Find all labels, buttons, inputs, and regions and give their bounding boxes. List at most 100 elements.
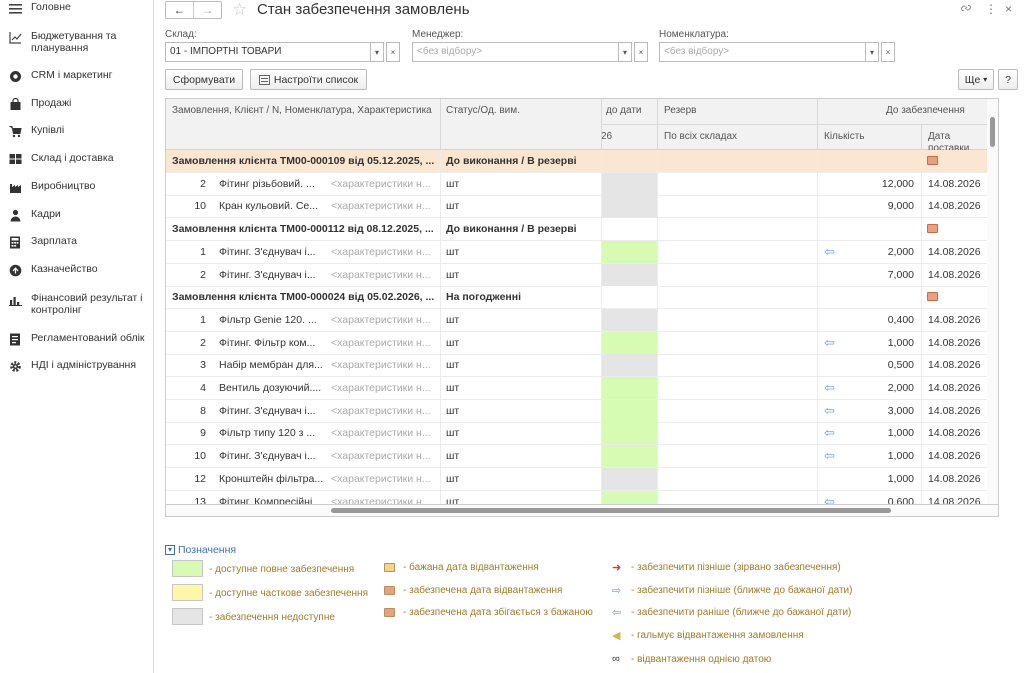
order-item-row[interactable]: 2 Фітинг. З'єднувач і... <характеристики н… bbox=[166, 263, 987, 287]
sidebar-item-8[interactable]: Кадри bbox=[0, 208, 153, 222]
order-item-row[interactable]: 8 Фітинг. З'єднувач і... <характеристики н… bbox=[166, 399, 987, 423]
order-item-row[interactable]: 3 Набір мембран для... <характеристики н..… bbox=[166, 354, 987, 378]
quantity: 1,000 bbox=[887, 450, 914, 463]
more-icon[interactable]: ⋮ bbox=[985, 2, 997, 16]
sidebar-item-2[interactable]: Бюджетування та планування bbox=[0, 30, 153, 54]
warehouse-dropdown-button[interactable]: ▾ bbox=[370, 42, 384, 62]
quantity: 9,000 bbox=[887, 200, 914, 213]
treasury-icon bbox=[8, 263, 22, 277]
legend-icon-label: - забезпечити пізніше (зірвано забезпече… bbox=[631, 562, 841, 573]
item-unit: шт bbox=[446, 472, 460, 485]
factory-icon bbox=[8, 180, 22, 194]
line-number: 9 bbox=[200, 427, 206, 440]
manager-clear-button[interactable]: × bbox=[634, 42, 648, 62]
grid-header: Замовлення, Клієнт / N, Номенклатура, Ха… bbox=[166, 99, 987, 154]
nomenclature-clear-button[interactable]: × bbox=[881, 42, 895, 62]
order-item-row[interactable]: 9 Фільтр типу 120 з ... <характеристики н.… bbox=[166, 422, 987, 446]
item-characteristic: <характеристики н... bbox=[331, 382, 431, 394]
manager-dropdown-button[interactable]: ▾ bbox=[618, 42, 632, 62]
warehouse-label: Склад: bbox=[165, 29, 197, 40]
item-characteristic: <характеристики н... bbox=[331, 200, 431, 213]
sidebar-item-9[interactable]: Зарплата bbox=[0, 235, 153, 249]
col-order-header[interactable]: Замовлення, Клієнт / N, Номенклатура, Ха… bbox=[172, 105, 432, 117]
horizontal-scrollbar[interactable] bbox=[165, 505, 999, 517]
col-to-date-header[interactable]: до дати bbox=[606, 105, 642, 117]
quantity: 2,000 bbox=[887, 382, 914, 394]
col-status-header[interactable]: Статус/Од. вим. bbox=[446, 105, 520, 117]
availability-cell bbox=[602, 467, 657, 490]
order-group-row[interactable]: Замовлення клієнта ТМ00-000109 від 05.12… bbox=[166, 150, 987, 173]
link-icon[interactable] bbox=[960, 2, 972, 17]
grid-column-divider bbox=[601, 150, 602, 504]
order-status: До виконання / В резерві bbox=[446, 223, 577, 236]
favorite-star-icon[interactable]: ☆ bbox=[232, 0, 247, 20]
sidebar-item-7[interactable]: Виробництво bbox=[0, 180, 153, 194]
col-to-date-subheader: 26 bbox=[601, 131, 613, 142]
col-reserve-header[interactable]: Резерв bbox=[664, 105, 696, 117]
col-to-supply-header[interactable]: До забезпечення bbox=[886, 105, 965, 117]
vertical-scrollbar[interactable] bbox=[987, 98, 999, 505]
col-qty-header[interactable]: Кількість bbox=[824, 131, 864, 143]
sidebar-item-13[interactable]: НДІ і адміністрування bbox=[0, 359, 153, 373]
sidebar-item-5[interactable]: Купівлі bbox=[0, 124, 153, 138]
nav-buttons: ← → bbox=[165, 1, 222, 19]
sidebar-item-6[interactable]: Склад і доставка bbox=[0, 152, 153, 166]
sidebar-item-label: Виробництво bbox=[31, 180, 96, 192]
order-item-row[interactable]: 1 Фітинг. З'єднувач і... <характеристики н… bbox=[166, 240, 987, 264]
back-button[interactable]: ← bbox=[166, 2, 193, 18]
help-button[interactable]: ? bbox=[998, 69, 1018, 90]
delivery-date: 14.08.2026 bbox=[928, 450, 981, 463]
quantity: 1,000 bbox=[887, 427, 914, 440]
sidebar-item-label: Продажі bbox=[31, 97, 72, 109]
item-characteristic: <характеристики н... bbox=[331, 495, 431, 505]
order-group-row[interactable]: Замовлення клієнта ТМ00-000024 від 05.02… bbox=[166, 286, 987, 310]
nomenclature-field[interactable]: <без відбору> bbox=[659, 42, 866, 62]
sidebar-item-12[interactable]: Регламентований облік bbox=[0, 332, 153, 346]
orders-grid[interactable]: Замовлення, Клієнт / N, Номенклатура, Ха… bbox=[165, 98, 987, 505]
setup-list-button[interactable]: Настроїти список bbox=[250, 69, 367, 90]
legend-icon-label: - бажана дата відвантаження bbox=[403, 562, 539, 573]
item-unit: шт bbox=[446, 359, 460, 372]
order-item-row[interactable]: 2 Фітинг. Фільтр ком... <характеристики н.… bbox=[166, 331, 987, 355]
item-name: Фільтр Genie 120. ... bbox=[219, 313, 317, 326]
item-name: Фітинг. З'єднувач і... bbox=[219, 245, 316, 258]
link-icon: ∞ bbox=[612, 653, 620, 665]
col-reserve-subheader[interactable]: По всіх складах bbox=[664, 131, 737, 143]
sidebar-item-3[interactable]: CRM і маркетинг bbox=[0, 69, 153, 83]
warehouse-clear-button[interactable]: × bbox=[386, 42, 400, 62]
sidebar-item-10[interactable]: Казначейство bbox=[0, 263, 153, 277]
legend-toggle[interactable]: ▾ Позначення bbox=[165, 544, 236, 556]
grid-column-divider bbox=[817, 150, 818, 504]
delivery-date: 14.08.2026 bbox=[928, 427, 981, 440]
vertical-scroll-thumb[interactable] bbox=[990, 117, 995, 147]
manager-field[interactable]: <без відбору> bbox=[412, 42, 619, 62]
sidebar-item-11[interactable]: Фінансовий результат і контролінг bbox=[0, 292, 153, 316]
more-button[interactable]: Ще ▾ bbox=[958, 69, 994, 90]
item-unit: шт bbox=[446, 200, 460, 213]
delivery-date: 14.08.2026 bbox=[928, 382, 981, 394]
order-item-row[interactable]: 10 Фітинг. З'єднувач і... <характеристики … bbox=[166, 445, 987, 469]
item-unit: шт bbox=[446, 450, 460, 463]
order-group-row[interactable]: Замовлення клієнта ТМ00-000112 від 08.12… bbox=[166, 218, 987, 242]
order-item-row[interactable]: 2 Фітинг різьбовий. ... <характеристики н.… bbox=[166, 172, 987, 196]
generate-button[interactable]: Сформувати bbox=[165, 69, 243, 90]
forward-button[interactable]: → bbox=[193, 2, 221, 18]
order-item-row[interactable]: 12 Кронштейн фільтра... <характеристики н.… bbox=[166, 467, 987, 491]
order-item-row[interactable]: 1 Фільтр Genie 120. ... <характеристики н.… bbox=[166, 308, 987, 332]
delivery-date: 14.08.2026 bbox=[928, 268, 981, 281]
order-item-row[interactable]: 13 Фітинг. Компресійні <характеристики н..… bbox=[166, 490, 987, 505]
crm-icon bbox=[8, 69, 22, 83]
item-name: Фітинг. З'єднувач і... bbox=[219, 268, 316, 281]
item-name: Кронштейн фільтра... bbox=[219, 472, 324, 485]
horizontal-scroll-thumb[interactable] bbox=[331, 508, 891, 513]
sidebar-item-4[interactable]: Продажі bbox=[0, 97, 153, 111]
delivery-date: 14.08.2026 bbox=[928, 495, 981, 505]
order-item-row[interactable]: 10 Кран кульовий. Се... <характеристики н.… bbox=[166, 195, 987, 219]
nomenclature-dropdown-button[interactable]: ▾ bbox=[865, 42, 879, 62]
close-icon[interactable]: × bbox=[1005, 2, 1012, 16]
line-number: 10 bbox=[194, 450, 206, 463]
order-item-row[interactable]: 4 Вентиль дозуючий.... <характеристики н..… bbox=[166, 377, 987, 400]
sidebar-item-label: Бюджетування та планування bbox=[31, 30, 117, 54]
warehouse-field[interactable]: 01 - ІМПОРТНІ ТОВАРИ bbox=[165, 42, 371, 62]
sidebar-item-1[interactable]: Головне bbox=[0, 1, 153, 15]
